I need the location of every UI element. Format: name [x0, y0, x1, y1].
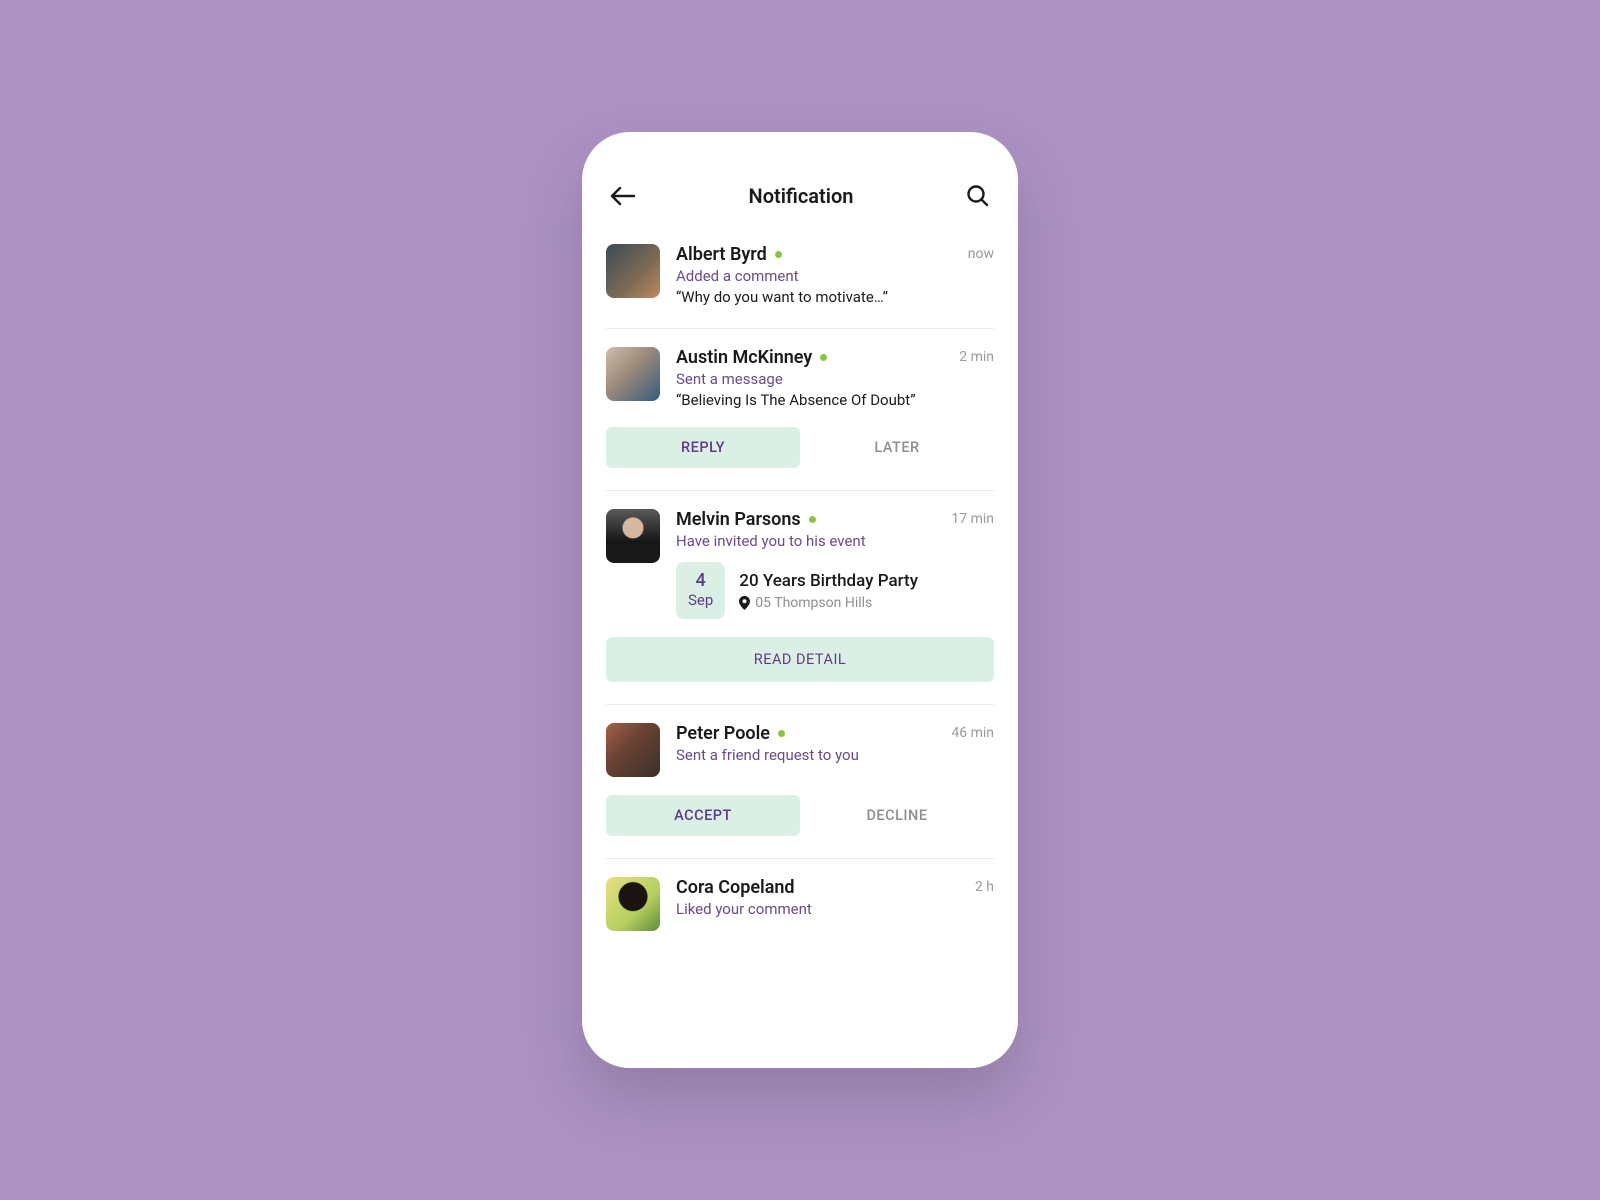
avatar[interactable]	[606, 877, 660, 931]
event-day: 4	[688, 570, 713, 591]
timestamp: now	[968, 244, 994, 262]
user-name: Austin McKinney	[676, 347, 812, 368]
notification-item[interactable]: Cora Copeland 2 h Liked your comment	[606, 859, 994, 953]
event-card[interactable]: 4 Sep 20 Years Birthday Party 05 Thompso…	[676, 562, 994, 619]
action-text: Sent a message	[676, 370, 994, 388]
user-name: Cora Copeland	[676, 877, 795, 898]
reply-button[interactable]: REPLY	[606, 427, 800, 468]
notification-item[interactable]: Peter Poole 46 min Sent a friend request…	[606, 705, 994, 859]
header: Notification	[582, 168, 1018, 226]
quote-text: “Why do you want to motivate…”	[676, 288, 994, 306]
notification-item[interactable]: Melvin Parsons 17 min Have invited you t…	[606, 491, 994, 705]
notification-item[interactable]: Albert Byrd now Added a comment “Why do …	[606, 226, 994, 329]
user-name: Peter Poole	[676, 723, 770, 744]
event-month: Sep	[688, 591, 713, 609]
action-text: Have invited you to his event	[676, 532, 994, 550]
accept-button[interactable]: ACCEPT	[606, 795, 800, 836]
timestamp: 2 h	[975, 877, 994, 895]
user-name: Albert Byrd	[676, 244, 767, 265]
search-button[interactable]	[966, 184, 990, 208]
timestamp: 17 min	[951, 509, 994, 527]
notification-item[interactable]: Austin McKinney 2 min Sent a message “Be…	[606, 329, 994, 491]
online-indicator	[809, 516, 816, 523]
event-title: 20 Years Birthday Party	[739, 571, 918, 591]
back-button[interactable]	[610, 186, 636, 206]
search-icon	[966, 184, 990, 208]
read-detail-button[interactable]: READ DETAIL	[606, 637, 994, 682]
avatar[interactable]	[606, 244, 660, 298]
event-location: 05 Thompson Hills	[739, 595, 918, 611]
online-indicator	[778, 730, 785, 737]
quote-text: “Believing Is The Absence Of Doubt”	[676, 391, 994, 409]
avatar[interactable]	[606, 723, 660, 777]
online-indicator	[820, 354, 827, 361]
timestamp: 2 min	[959, 347, 994, 365]
online-indicator	[775, 251, 782, 258]
phone-frame: Notification Albert Byrd now Added a com…	[582, 132, 1018, 1068]
user-name: Melvin Parsons	[676, 509, 801, 530]
decline-button[interactable]: DECLINE	[800, 795, 994, 836]
avatar[interactable]	[606, 347, 660, 401]
timestamp: 46 min	[951, 723, 994, 741]
action-text: Added a comment	[676, 267, 994, 285]
avatar[interactable]	[606, 509, 660, 563]
notification-list: Albert Byrd now Added a comment “Why do …	[582, 226, 1018, 953]
later-button[interactable]: LATER	[800, 427, 994, 468]
action-text: Liked your comment	[676, 900, 994, 918]
arrow-left-icon	[610, 186, 636, 206]
event-date: 4 Sep	[676, 562, 725, 619]
page-title: Notification	[749, 184, 854, 208]
action-text: Sent a friend request to you	[676, 746, 994, 764]
location-pin-icon	[739, 596, 750, 610]
